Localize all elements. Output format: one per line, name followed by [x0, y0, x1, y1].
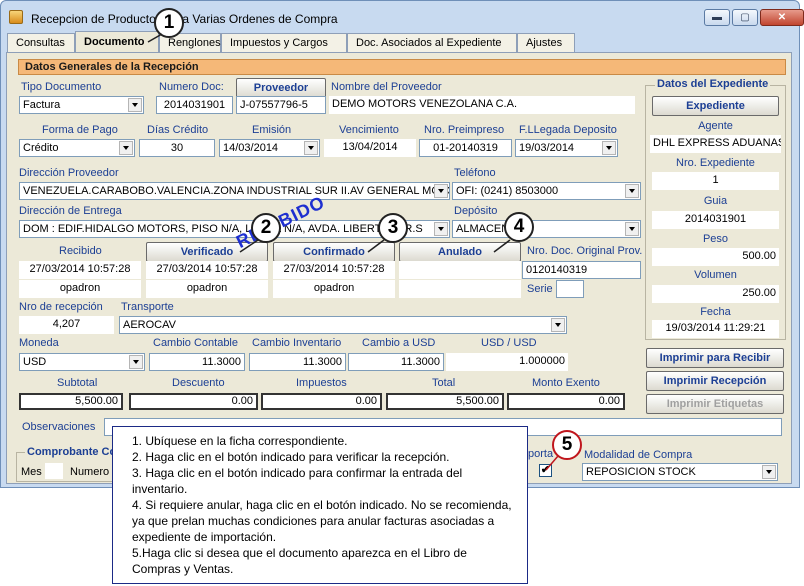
instruction-4: 4. Si requiere anular, haga clic en el b…: [132, 498, 512, 544]
instruction-3: 3. Haga clic en el botón indicado para c…: [132, 466, 463, 496]
instruction-2: 2. Haga clic en el botón indicado para v…: [132, 450, 450, 464]
instruction-5: 5.Haga clic si desea que el documento ap…: [132, 546, 467, 576]
instructions-box: 1. Ubíquese en la ficha correspondiente.…: [112, 426, 528, 584]
instruction-1: 1. Ubíquese en la ficha correspondiente.: [132, 434, 348, 448]
